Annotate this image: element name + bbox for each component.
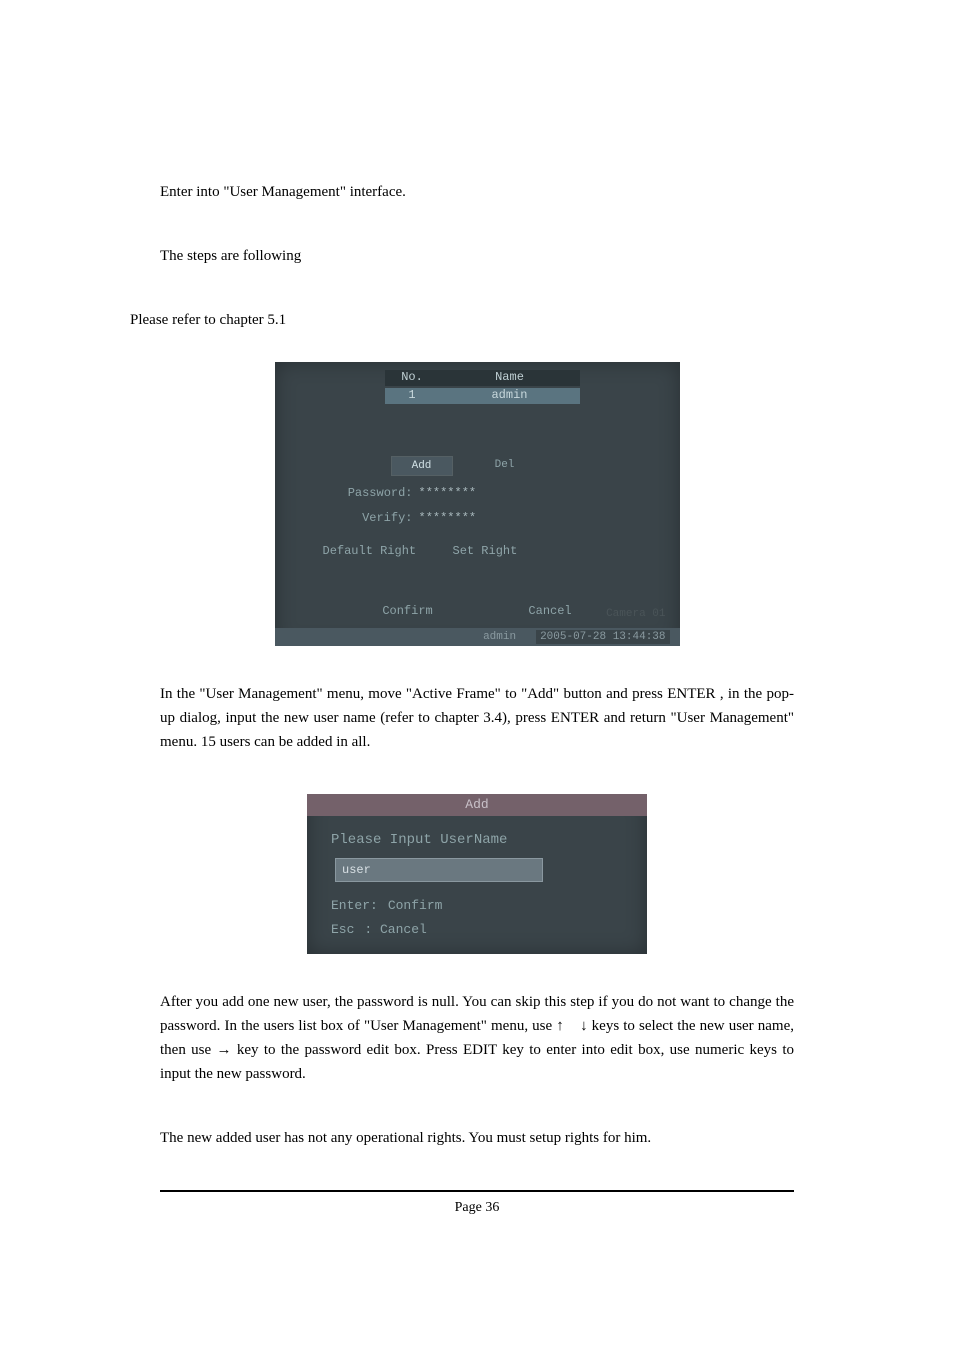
- user-table-header: No. Name: [385, 370, 580, 386]
- dialog-title: Add: [307, 794, 647, 816]
- verify-row: Verify: ********: [323, 511, 583, 525]
- verify-label: Verify:: [323, 511, 419, 525]
- password-label: Password:: [323, 486, 419, 500]
- verify-value[interactable]: ********: [419, 511, 477, 525]
- col-header-no: No.: [385, 370, 440, 386]
- dialog-hint-enter: Enter:Confirm: [331, 898, 442, 913]
- rights-row: Default Right Set Right: [323, 544, 623, 558]
- row-name: admin: [440, 388, 580, 404]
- footer-divider: [160, 1190, 794, 1192]
- set-right-button[interactable]: Set Right: [453, 544, 518, 558]
- password-value[interactable]: ********: [419, 486, 477, 500]
- password-row: Password: ********: [323, 486, 583, 500]
- arrow-down-icon: ↓: [580, 1017, 588, 1034]
- dialog-prompt: Please Input UserName: [331, 832, 507, 848]
- page-number: Page 36: [160, 1200, 794, 1216]
- user-management-screenshot: No. Name 1 admin Add Del Password: *****…: [275, 362, 680, 646]
- last-paragraph: The new added user has not any operation…: [160, 1126, 794, 1150]
- add-button[interactable]: Add: [391, 456, 453, 476]
- del-button[interactable]: Del: [475, 456, 535, 474]
- default-right-button[interactable]: Default Right: [323, 544, 453, 558]
- arrow-right-icon: →: [217, 1041, 232, 1058]
- status-time: 2005-07-28 13:44:38: [536, 630, 669, 644]
- username-input[interactable]: user: [335, 858, 543, 882]
- status-user: admin: [483, 631, 516, 643]
- arrow-up-icon: ↑: [556, 1017, 564, 1034]
- intro-line-2: The steps are following: [160, 244, 794, 268]
- mid-paragraph: In the "User Management" menu, move "Act…: [160, 682, 794, 754]
- cancel-button[interactable]: Cancel: [528, 604, 571, 618]
- camera-label: Camera 01: [606, 608, 665, 620]
- col-header-name: Name: [440, 370, 580, 386]
- status-bar: admin 2005-07-28 13:44:38: [275, 628, 680, 646]
- intro-line-3: Please refer to chapter 5.1: [130, 308, 794, 332]
- add-user-dialog-screenshot: Add Please Input UserName user Enter:Con…: [307, 794, 647, 954]
- intro-line-1: Enter into "User Management" interface.: [160, 180, 794, 204]
- after-paragraph: After you add one new user, the password…: [160, 990, 794, 1086]
- confirm-button[interactable]: Confirm: [382, 604, 432, 618]
- user-table-row[interactable]: 1 admin: [385, 388, 580, 404]
- dialog-hint-esc: Esc: Cancel: [331, 922, 427, 937]
- row-no: 1: [385, 388, 440, 404]
